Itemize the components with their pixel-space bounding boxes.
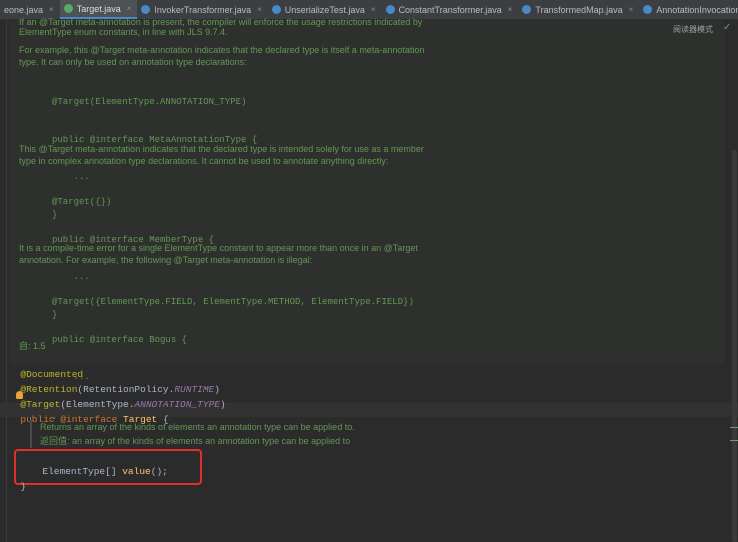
class-icon (271, 5, 281, 14)
editor-tab-label: ConstantTransformer.java (398, 4, 502, 15)
scrollbar-marker (730, 427, 738, 428)
code-token: } (20, 481, 27, 492)
inline-method-javadoc: Returns an array of the kinds of element… (30, 420, 730, 450)
doc-text: 返回值: an array of the kinds of elements a… (40, 436, 351, 446)
editor-tab-label: eone.java (4, 4, 44, 15)
doc-text: Returns an array of the kinds of element… (40, 422, 355, 432)
annotation-icon (63, 4, 73, 13)
doc-code-line: @Target(ElementType.ANNOTATION_TYPE) (52, 97, 247, 107)
close-icon[interactable]: × (257, 5, 262, 14)
doc-code-line: @Target({}) (52, 197, 112, 207)
doc-gutter-bar (30, 420, 32, 448)
doc-since: 自: 1.5 (19, 341, 46, 351)
doc-text: It is a compile-time error for a single … (19, 243, 418, 253)
class-icon (141, 5, 151, 14)
close-icon[interactable]: × (629, 5, 634, 14)
doc-text: For example, this @Target meta-annotatio… (19, 45, 425, 55)
close-icon[interactable]: × (371, 5, 376, 14)
editor-tab-label: UnserializeTest.java (284, 4, 365, 15)
red-highlight-box (14, 449, 202, 485)
doc-text: This @Target meta-annotation indicates t… (19, 144, 424, 154)
reader-mode-toggle[interactable]: 阅读器模式 (673, 24, 713, 35)
editor-tab-label: InvokerTransformer.java (154, 4, 252, 15)
editor-gutter (6, 19, 7, 542)
close-icon[interactable]: × (508, 5, 513, 14)
doc-text: ElementType enum constants, in line with… (19, 27, 228, 37)
doc-text: annotation. For example, the following @… (19, 255, 313, 265)
editor-tab[interactable]: AnnotationInvocationHandler.clas (639, 0, 738, 19)
scrollbar-marker (730, 440, 738, 441)
doc-text: type. It can only be used on annotation … (19, 57, 247, 67)
doc-text: type in complex annotation type declarat… (19, 156, 389, 166)
check-icon[interactable]: ✓ (723, 22, 731, 33)
class-icon (522, 5, 532, 14)
close-icon[interactable]: × (49, 5, 54, 14)
editor-tab-label: Target.java (76, 3, 121, 14)
editor-tab[interactable]: TransformedMap.java × (518, 0, 639, 19)
rendered-javadoc: If an @Target meta-annotation is present… (10, 17, 725, 420)
code-line[interactable]: } (9, 470, 26, 492)
editor-tab-label: AnnotationInvocationHandler.clas (656, 4, 738, 15)
editor-tab-label: TransformedMap.java (535, 4, 623, 15)
vertical-scrollbar[interactable] (732, 150, 737, 542)
doc-code-line: @Target({ElementType.FIELD, ElementType.… (52, 297, 414, 307)
class-icon (643, 5, 653, 14)
class-icon (385, 5, 395, 14)
close-icon[interactable]: × (127, 4, 132, 13)
code-token: ) (219, 399, 226, 410)
